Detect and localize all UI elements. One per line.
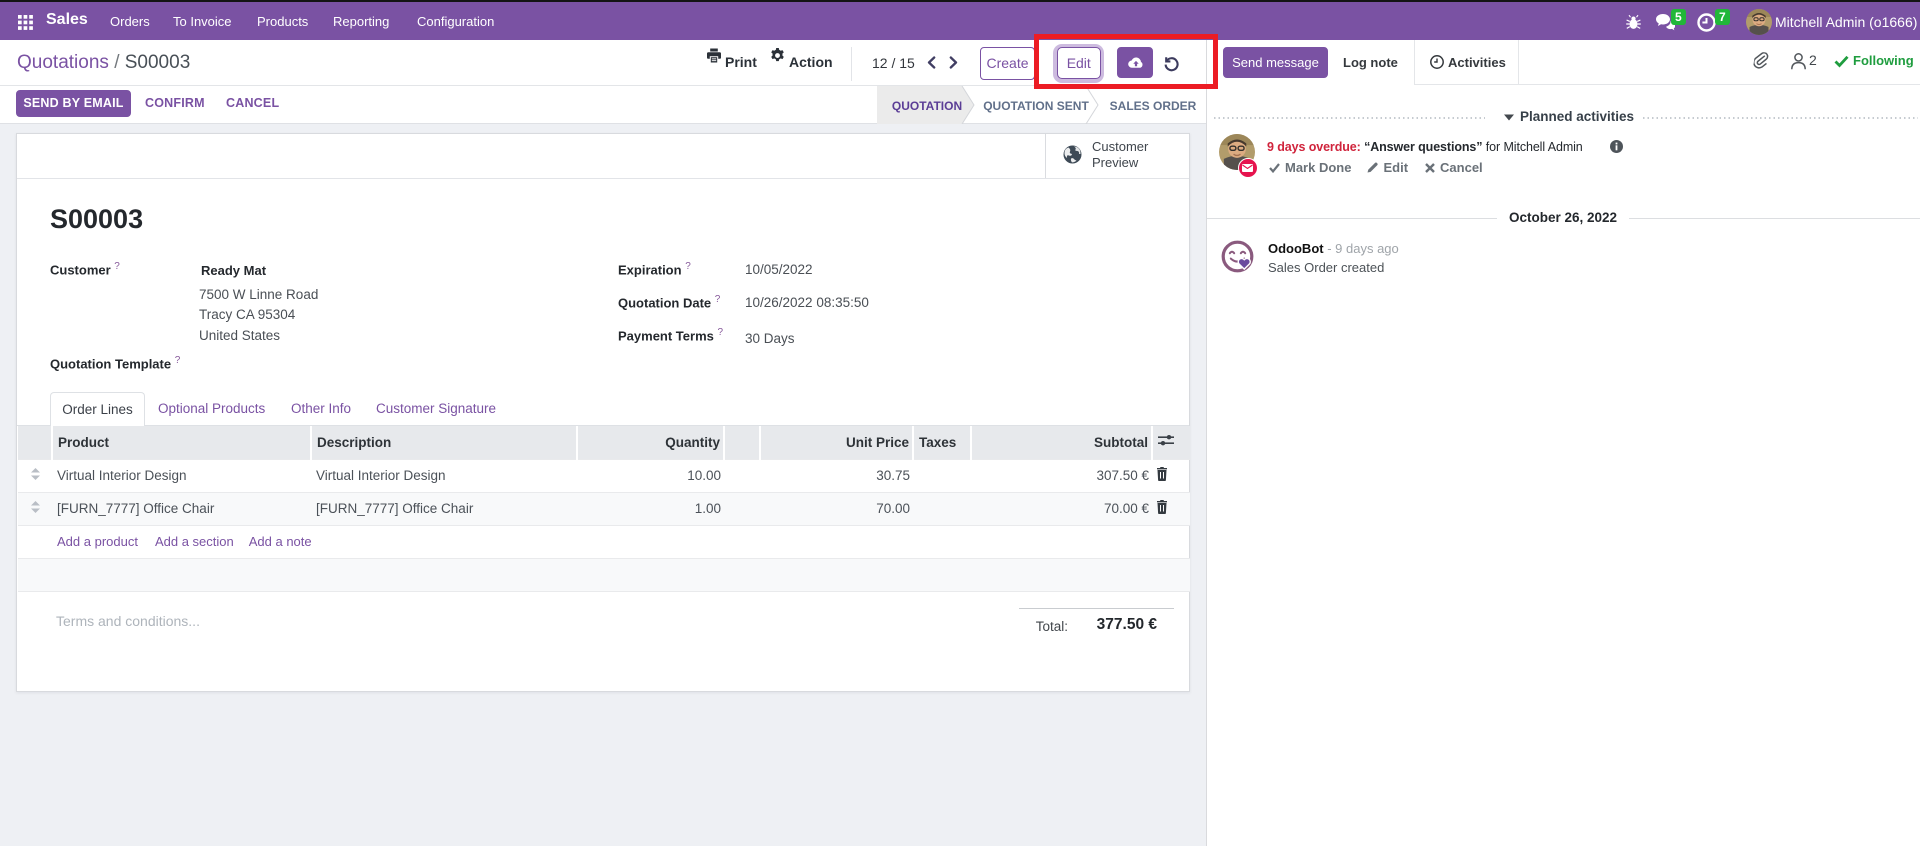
svg-text:QUOTATION: QUOTATION — [892, 99, 962, 113]
svg-text:SALES ORDER: SALES ORDER — [1110, 99, 1197, 113]
svg-text:QUOTATION SENT: QUOTATION SENT — [983, 99, 1089, 113]
